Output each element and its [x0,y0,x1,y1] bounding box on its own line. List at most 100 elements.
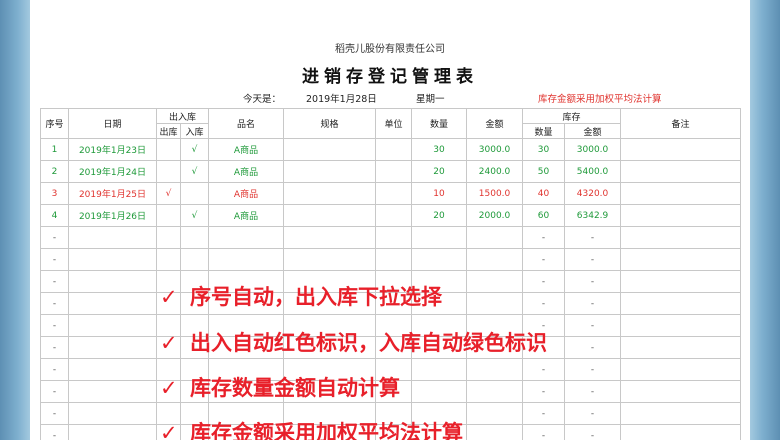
company-name: 稻壳儿股份有限责任公司 [335,44,445,55]
table-cell-qty[interactable]: 30 [411,138,468,161]
table-cell-amount[interactable]: 3000.0 [466,138,524,161]
table-cell[interactable]: - [564,248,622,271]
table-cell-in[interactable]: √ [179,160,210,183]
table-cell[interactable] [68,226,157,249]
table-cell-out[interactable]: √ [156,182,181,205]
table-cell[interactable] [68,336,157,359]
table-cell[interactable] [179,226,210,249]
table-cell-product[interactable]: A商品 [208,182,285,205]
table-cell[interactable] [68,270,157,293]
table-cell-date[interactable]: 2019年1月24日 [68,160,157,183]
table-cell[interactable] [68,380,157,403]
table-cell-seq[interactable]: 1 [40,138,69,161]
table-cell[interactable]: - [40,424,69,440]
table-cell[interactable]: - [40,270,69,293]
feature-text: 库存数量金额自动计算 [190,376,400,400]
table-cell-in[interactable] [179,182,210,205]
table-cell[interactable] [411,248,468,271]
table-cell[interactable] [283,204,377,227]
table-cell-stock-qty[interactable]: 40 [522,182,566,205]
table-cell-date[interactable]: 2019年1月25日 [68,182,157,205]
table-cell-seq[interactable]: 2 [40,160,69,183]
table-cell[interactable] [375,182,413,205]
table-cell-seq[interactable]: 3 [40,182,69,205]
table-cell[interactable] [375,204,413,227]
table-cell[interactable] [283,138,377,161]
table-cell-stock-amount[interactable]: 5400.0 [564,160,622,183]
table-cell-out[interactable] [156,204,181,227]
table-cell[interactable] [68,314,157,337]
table-cell[interactable]: - [40,358,69,381]
table-cell[interactable]: - [40,314,69,337]
table-cell-amount[interactable]: 2000.0 [466,204,524,227]
table-cell-amount[interactable]: 1500.0 [466,182,524,205]
table-cell[interactable] [68,292,157,315]
table-cell-out[interactable] [156,160,181,183]
table-cell-stock-qty[interactable]: 30 [522,138,566,161]
table-cell[interactable]: - [40,336,69,359]
table-cell[interactable] [179,248,210,271]
table-row: --- [40,248,742,271]
table-cell[interactable] [375,160,413,183]
table-cell[interactable] [620,204,742,227]
table-cell-stock-qty[interactable]: 50 [522,160,566,183]
table-cell-seq[interactable]: 4 [40,204,69,227]
table-cell[interactable]: - [564,226,622,249]
table-cell-date[interactable]: 2019年1月23日 [68,138,157,161]
table-cell[interactable] [620,160,742,183]
header-stock-amount: 金额 [564,123,622,139]
header-seq: 序号 [40,108,69,139]
table-cell[interactable]: - [522,248,566,271]
table-cell[interactable] [620,182,742,205]
header-remark: 备注 [620,108,742,139]
table-cell-qty[interactable]: 10 [411,182,468,205]
current-date: 2019年1月28日 [306,94,377,105]
table-cell[interactable] [620,248,742,271]
table-cell[interactable]: - [40,226,69,249]
table-cell[interactable] [375,248,413,271]
table-cell[interactable] [283,182,377,205]
header-product: 品名 [208,108,285,139]
table-cell[interactable] [375,226,413,249]
table-cell-amount[interactable]: 2400.0 [466,160,524,183]
table-cell-qty[interactable]: 20 [411,160,468,183]
table-cell[interactable] [208,248,285,271]
table-cell[interactable] [283,160,377,183]
table-cell[interactable] [68,358,157,381]
table-cell-date[interactable]: 2019年1月26日 [68,204,157,227]
feature-line-3: ✓ 库存数量金额自动计算 [160,372,750,402]
table-cell-stock-amount[interactable]: 6342.9 [564,204,622,227]
table-cell-product[interactable]: A商品 [208,160,285,183]
table-cell-qty[interactable]: 20 [411,204,468,227]
table-cell-stock-amount[interactable]: 4320.0 [564,182,622,205]
table-cell-product[interactable]: A商品 [208,204,285,227]
table-cell[interactable] [466,226,524,249]
table-cell-in[interactable]: √ [179,204,210,227]
table-cell-stock-amount[interactable]: 3000.0 [564,138,622,161]
table-cell[interactable] [620,138,742,161]
table-cell[interactable] [156,226,181,249]
table-row: 1 2019年1月23日 √ A商品 30 3000.0 30 3000.0 [40,138,742,161]
table-cell[interactable] [283,248,377,271]
table-cell[interactable] [208,226,285,249]
table-cell[interactable]: - [40,292,69,315]
table-cell[interactable] [620,226,742,249]
table-cell[interactable] [466,248,524,271]
table-row: 4 2019年1月26日 √ A商品 20 2000.0 60 6342.9 [40,204,742,227]
table-cell[interactable]: - [40,402,69,425]
table-cell-in[interactable]: √ [179,138,210,161]
table-cell[interactable]: - [522,226,566,249]
table-cell[interactable] [375,138,413,161]
table-cell-out[interactable] [156,138,181,161]
table-cell[interactable] [156,248,181,271]
table-cell[interactable] [68,248,157,271]
table-cell[interactable] [68,424,157,440]
table-cell[interactable] [411,226,468,249]
table-cell[interactable] [68,402,157,425]
table-cell-product[interactable]: A商品 [208,138,285,161]
table-cell-stock-qty[interactable]: 60 [522,204,566,227]
table-cell[interactable]: - [40,380,69,403]
table-cell[interactable] [283,226,377,249]
table-cell[interactable]: - [40,248,69,271]
header-inout: 出入库 [155,108,210,124]
